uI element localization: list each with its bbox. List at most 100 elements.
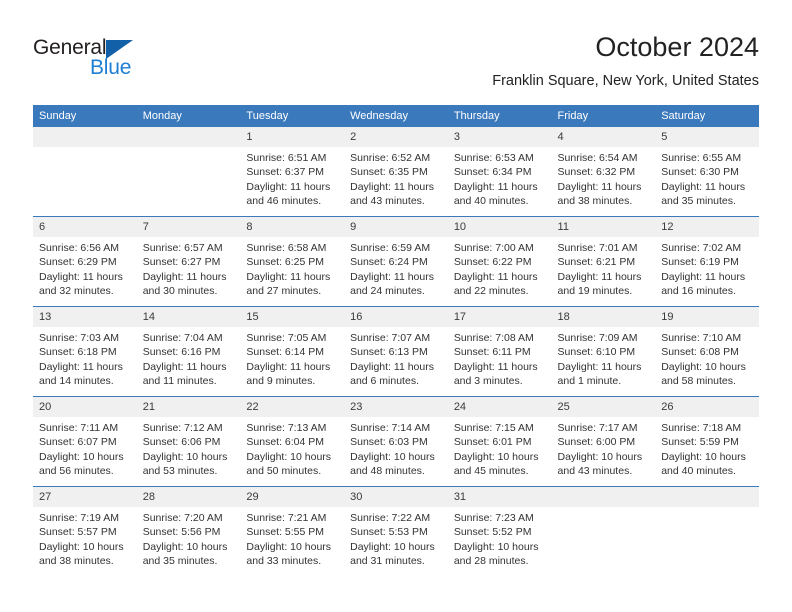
day-cell[interactable]: 27 Sunrise: 7:19 AM Sunset: 5:57 PM Dayli… [33,486,137,576]
day-details: Sunrise: 7:01 AM Sunset: 6:21 PM Dayligh… [557,242,642,297]
day-details: Sunrise: 7:09 AM Sunset: 6:10 PM Dayligh… [557,332,642,387]
day-cell[interactable]: 14 Sunrise: 7:04 AM Sunset: 6:16 PM Dayli… [136,306,241,397]
column-header-tuesday: Tuesday [240,105,345,127]
day-number: 23 [344,397,448,417]
day-details: Sunrise: 7:00 AM Sunset: 6:22 PM Dayligh… [453,242,538,297]
day-cell[interactable]: 22 Sunrise: 7:13 AM Sunset: 6:04 PM Dayli… [240,396,345,487]
day-cell[interactable] [551,486,656,576]
day-cell[interactable]: 26 Sunrise: 7:18 AM Sunset: 5:59 PM Dayli… [655,396,759,487]
day-number [33,127,137,147]
day-number: 3 [447,127,552,147]
day-cell[interactable] [33,127,137,217]
day-details: Sunrise: 7:19 AM Sunset: 5:57 PM Dayligh… [39,512,124,567]
day-details: Sunrise: 6:55 AM Sunset: 6:30 PM Dayligh… [661,152,746,207]
day-details: Sunrise: 7:12 AM Sunset: 6:06 PM Dayligh… [142,422,228,477]
day-cell[interactable]: 13 Sunrise: 7:03 AM Sunset: 6:18 PM Dayli… [33,306,137,397]
day-cell[interactable]: 29 Sunrise: 7:21 AM Sunset: 5:55 PM Dayli… [240,486,345,576]
day-number: 2 [344,127,448,147]
day-number: 1 [240,127,345,147]
calendar-week-row: 6 Sunrise: 6:56 AM Sunset: 6:29 PM Daylig… [33,216,759,307]
day-details: Sunrise: 6:54 AM Sunset: 6:32 PM Dayligh… [557,152,642,207]
day-cell[interactable]: 3 Sunrise: 6:53 AM Sunset: 6:34 PM Daylig… [447,127,552,217]
day-cell[interactable]: 2 Sunrise: 6:52 AM Sunset: 6:35 PM Daylig… [344,127,448,217]
day-number [655,487,759,507]
day-number: 19 [655,307,759,327]
day-number: 11 [551,217,656,237]
calendar-week-row: 1 Sunrise: 6:51 AM Sunset: 6:37 PM Daylig… [33,127,759,217]
day-number: 7 [136,217,241,237]
day-details: Sunrise: 6:56 AM Sunset: 6:29 PM Dayligh… [39,242,123,297]
day-cell[interactable]: 10 Sunrise: 7:00 AM Sunset: 6:22 PM Dayli… [447,216,552,307]
day-number: 15 [240,307,345,327]
day-number: 9 [344,217,448,237]
day-details: Sunrise: 7:14 AM Sunset: 6:03 PM Dayligh… [350,422,435,477]
day-number: 26 [655,397,759,417]
day-details: Sunrise: 7:13 AM Sunset: 6:04 PM Dayligh… [246,422,332,477]
day-number: 6 [33,217,137,237]
day-details: Sunrise: 7:15 AM Sunset: 6:01 PM Dayligh… [453,422,539,477]
day-number [551,487,656,507]
day-details: Sunrise: 7:22 AM Sunset: 5:53 PM Dayligh… [350,512,435,567]
calendar-header-row: Sunday Monday Tuesday Wednesday Thursday… [33,105,759,127]
day-cell[interactable]: 24 Sunrise: 7:15 AM Sunset: 6:01 PM Dayli… [447,396,552,487]
day-details: Sunrise: 6:57 AM Sunset: 6:27 PM Dayligh… [142,242,227,297]
day-cell[interactable]: 23 Sunrise: 7:14 AM Sunset: 6:03 PM Dayli… [344,396,448,487]
day-number: 17 [447,307,552,327]
day-cell[interactable]: 8 Sunrise: 6:58 AM Sunset: 6:25 PM Daylig… [240,216,345,307]
day-cell[interactable]: 12 Sunrise: 7:02 AM Sunset: 6:19 PM Dayli… [655,216,759,307]
day-cell[interactable]: 16 Sunrise: 7:07 AM Sunset: 6:13 PM Dayli… [344,306,448,397]
title-block: October 2024 Franklin Square, New York, … [492,30,759,92]
day-cell[interactable]: 17 Sunrise: 7:08 AM Sunset: 6:11 PM Dayli… [447,306,552,397]
day-details: Sunrise: 7:21 AM Sunset: 5:55 PM Dayligh… [246,512,332,567]
day-number: 30 [344,487,448,507]
day-cell[interactable]: 18 Sunrise: 7:09 AM Sunset: 6:10 PM Dayli… [551,306,656,397]
day-number: 8 [240,217,345,237]
logo-text-blue: Blue [90,56,132,79]
day-cell[interactable]: 9 Sunrise: 6:59 AM Sunset: 6:24 PM Daylig… [344,216,448,307]
day-cell[interactable]: 19 Sunrise: 7:10 AM Sunset: 6:08 PM Dayli… [655,306,759,397]
day-number: 25 [551,397,656,417]
column-header-monday: Monday [136,105,241,127]
day-cell[interactable]: 5 Sunrise: 6:55 AM Sunset: 6:30 PM Daylig… [655,127,759,217]
day-number [136,127,241,147]
day-number: 27 [33,487,137,507]
day-number: 28 [136,487,241,507]
day-details: Sunrise: 7:07 AM Sunset: 6:13 PM Dayligh… [350,332,434,387]
day-number: 16 [344,307,448,327]
day-details: Sunrise: 7:08 AM Sunset: 6:11 PM Dayligh… [453,332,538,387]
day-details: Sunrise: 6:51 AM Sunset: 6:37 PM Dayligh… [246,152,331,207]
day-details: Sunrise: 6:59 AM Sunset: 6:24 PM Dayligh… [350,242,434,297]
sunrise-sunset-calendar: Sunday Monday Tuesday Wednesday Thursday… [33,105,759,576]
column-header-sunday: Sunday [33,105,137,127]
day-details: Sunrise: 6:58 AM Sunset: 6:25 PM Dayligh… [246,242,331,297]
day-cell[interactable]: 20 Sunrise: 7:11 AM Sunset: 6:07 PM Dayli… [33,396,137,487]
day-number: 10 [447,217,552,237]
day-cell[interactable]: 11 Sunrise: 7:01 AM Sunset: 6:21 PM Dayli… [551,216,656,307]
day-cell[interactable]: 6 Sunrise: 6:56 AM Sunset: 6:29 PM Daylig… [33,216,137,307]
day-cell[interactable]: 7 Sunrise: 6:57 AM Sunset: 6:27 PM Daylig… [136,216,241,307]
day-cell[interactable]: 15 Sunrise: 7:05 AM Sunset: 6:14 PM Dayli… [240,306,345,397]
day-details: Sunrise: 7:11 AM Sunset: 6:07 PM Dayligh… [39,422,124,477]
day-cell[interactable]: 30 Sunrise: 7:22 AM Sunset: 5:53 PM Dayli… [344,486,448,576]
day-cell[interactable]: 31 Sunrise: 7:23 AM Sunset: 5:52 PM Dayli… [447,486,552,576]
day-number: 31 [447,487,552,507]
column-header-wednesday: Wednesday [344,105,448,127]
page-subtitle: Franklin Square, New York, United States [492,73,759,89]
day-details: Sunrise: 7:23 AM Sunset: 5:52 PM Dayligh… [453,512,539,567]
column-header-thursday: Thursday [447,105,552,127]
day-cell[interactable] [655,486,759,576]
general-blue-logo: General Blue [33,36,233,96]
day-cell[interactable]: 4 Sunrise: 6:54 AM Sunset: 6:32 PM Daylig… [551,127,656,217]
calendar-body: 1 Sunrise: 6:51 AM Sunset: 6:37 PM Daylig… [33,127,759,576]
day-cell[interactable] [136,127,241,217]
column-header-saturday: Saturday [655,105,759,127]
day-number: 29 [240,487,345,507]
day-details: Sunrise: 7:17 AM Sunset: 6:00 PM Dayligh… [557,422,643,477]
day-cell[interactable]: 28 Sunrise: 7:20 AM Sunset: 5:56 PM Dayli… [136,486,241,576]
day-cell[interactable]: 25 Sunrise: 7:17 AM Sunset: 6:00 PM Dayli… [551,396,656,487]
calendar-week-row: 20 Sunrise: 7:11 AM Sunset: 6:07 PM Dayli… [33,396,759,487]
day-cell[interactable]: 1 Sunrise: 6:51 AM Sunset: 6:37 PM Daylig… [240,127,345,217]
day-cell[interactable]: 21 Sunrise: 7:12 AM Sunset: 6:06 PM Dayli… [136,396,241,487]
day-number: 4 [551,127,656,147]
day-details: Sunrise: 7:10 AM Sunset: 6:08 PM Dayligh… [661,332,746,387]
